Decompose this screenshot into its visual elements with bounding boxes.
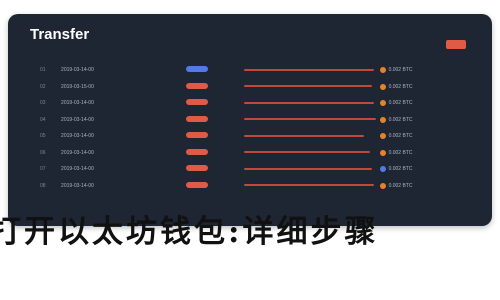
row-date: 2019-03-14-00 bbox=[61, 133, 94, 140]
amount-value: 0.002 BTC bbox=[388, 116, 413, 123]
coin-icon bbox=[379, 67, 386, 74]
amount-value: 0.002 BTC bbox=[388, 133, 413, 140]
page-title: Transfer bbox=[30, 26, 90, 43]
amount-value: 0.002 BTC bbox=[388, 182, 413, 189]
action-button[interactable] bbox=[446, 40, 466, 49]
status-badge[interactable] bbox=[186, 148, 209, 155]
row-description bbox=[243, 117, 380, 123]
row-pill-cell bbox=[186, 82, 243, 91]
row-id: 03 bbox=[40, 100, 46, 107]
coin-icon bbox=[379, 100, 386, 107]
row-id: 08 bbox=[40, 182, 46, 189]
row-pill-cell bbox=[186, 181, 243, 190]
description-bar bbox=[243, 134, 364, 137]
amount-value: 0.002 BTC bbox=[388, 166, 413, 173]
status-badge[interactable] bbox=[186, 165, 209, 172]
row-pill-cell bbox=[186, 66, 243, 74]
description-bar bbox=[243, 184, 374, 187]
row-description bbox=[243, 133, 380, 139]
table-row[interactable]: 06 2019-03-14-00 0.002 BTC bbox=[22, 145, 480, 162]
row-pill-cell bbox=[186, 165, 243, 173]
row-description bbox=[243, 67, 380, 73]
status-badge[interactable] bbox=[186, 82, 209, 89]
row-date: 2019-03-14-00 bbox=[61, 166, 94, 173]
table-row[interactable]: 02 2019-03-15-00 0.002 BTC bbox=[22, 79, 480, 96]
coin-icon bbox=[379, 166, 386, 173]
row-id: 06 bbox=[40, 149, 46, 156]
description-bar bbox=[243, 167, 372, 170]
transfer-panel: Transfer 01 2019-03-14-00 0.002 BTC 02 2019-… bbox=[8, 14, 492, 226]
row-amount: 0.002 BTC bbox=[379, 67, 480, 74]
row-pill-cell bbox=[186, 99, 243, 107]
row-description bbox=[243, 150, 380, 156]
status-badge[interactable] bbox=[186, 132, 209, 139]
transactions-table: 01 2019-03-14-00 0.002 BTC 02 2019-03-15-00 0… bbox=[22, 62, 480, 194]
status-badge[interactable] bbox=[186, 99, 209, 106]
description-bar bbox=[243, 118, 376, 121]
overlay-caption: 打开以太坊钱包:详细步骤 bbox=[0, 214, 379, 250]
row-amount: 0.002 BTC bbox=[379, 100, 480, 107]
row-amount: 0.002 BTC bbox=[379, 182, 480, 189]
row-id: 02 bbox=[40, 83, 46, 90]
row-amount: 0.002 BTC bbox=[379, 166, 480, 173]
row-description bbox=[243, 166, 380, 172]
amount-value: 0.002 BTC bbox=[388, 83, 413, 90]
row-id: 05 bbox=[40, 133, 46, 140]
table-row[interactable]: 05 2019-03-14-00 0.002 BTC bbox=[22, 128, 480, 145]
amount-value: 0.002 BTC bbox=[388, 149, 413, 156]
status-badge[interactable] bbox=[186, 181, 209, 188]
row-date: 2019-03-14-00 bbox=[61, 182, 94, 189]
description-bar bbox=[243, 151, 370, 154]
coin-icon bbox=[379, 83, 386, 90]
coin-icon bbox=[379, 133, 386, 140]
row-id: 04 bbox=[40, 116, 46, 123]
row-pill-cell bbox=[186, 148, 243, 157]
description-bar bbox=[243, 68, 374, 71]
row-id: 07 bbox=[40, 166, 46, 173]
row-description bbox=[243, 84, 380, 90]
table-row[interactable]: 08 2019-03-14-00 0.002 BTC bbox=[22, 178, 480, 195]
coin-icon bbox=[379, 182, 386, 189]
coin-icon bbox=[379, 116, 386, 123]
row-amount: 0.002 BTC bbox=[379, 83, 480, 90]
coin-icon bbox=[379, 149, 386, 156]
row-amount: 0.002 BTC bbox=[379, 116, 480, 123]
row-date: 2019-03-14-00 bbox=[61, 67, 94, 74]
row-amount: 0.002 BTC bbox=[379, 133, 480, 140]
amount-value: 0.002 BTC bbox=[388, 100, 413, 107]
row-date: 2019-03-14-00 bbox=[61, 116, 94, 123]
table-row[interactable]: 01 2019-03-14-00 0.002 BTC bbox=[22, 62, 480, 79]
row-description bbox=[243, 100, 380, 106]
amount-value: 0.002 BTC bbox=[388, 67, 413, 74]
row-pill-cell bbox=[186, 115, 243, 124]
row-amount: 0.002 BTC bbox=[379, 149, 480, 156]
description-bar bbox=[243, 101, 374, 104]
row-id: 01 bbox=[40, 67, 46, 74]
status-badge[interactable] bbox=[186, 66, 209, 73]
row-description bbox=[243, 183, 380, 189]
row-pill-cell bbox=[186, 132, 243, 140]
row-date: 2019-03-14-00 bbox=[61, 149, 94, 156]
description-bar bbox=[243, 85, 372, 88]
table-row[interactable]: 03 2019-03-14-00 0.002 BTC bbox=[22, 95, 480, 112]
row-date: 2019-03-15-00 bbox=[61, 83, 94, 90]
row-date: 2019-03-14-00 bbox=[61, 100, 94, 107]
table-row[interactable]: 04 2019-03-14-00 0.002 BTC bbox=[22, 112, 480, 129]
status-badge[interactable] bbox=[186, 115, 209, 122]
table-row[interactable]: 07 2019-03-14-00 0.002 BTC bbox=[22, 161, 480, 178]
